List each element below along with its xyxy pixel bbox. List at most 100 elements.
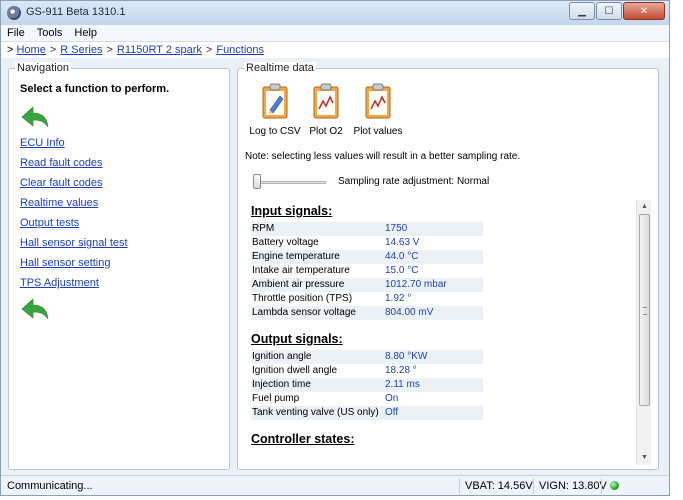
minimize-button[interactable]: ▁ [569, 2, 595, 20]
table-row: Intake air temperature 15.0 °C [251, 264, 483, 278]
table-row: Engine temperature 44.0 °C [251, 250, 483, 264]
clipboard-chart-icon [365, 83, 391, 119]
nav-link-tps-adjustment[interactable]: TPS Adjustment [20, 276, 128, 296]
signal-label: Injection time [251, 378, 384, 392]
breadcrumb-prefix: > [7, 44, 14, 56]
app-window: GS-911 Beta 1310.1 ▁ ☐ ✕ File Tools Help… [0, 0, 670, 496]
signal-label: Fuel pump [251, 392, 384, 406]
table-row: Battery voltage 14.63 V [251, 236, 483, 250]
sampling-rate-slider-thumb[interactable] [253, 174, 261, 189]
signal-label: Intake air temperature [251, 264, 384, 278]
breadcrumb-separator: > [205, 44, 213, 56]
signal-value: 1.92 ° [384, 292, 483, 306]
table-row: RPM 1750 [251, 222, 483, 236]
scrollbar-thumb[interactable] [639, 214, 650, 406]
signal-label: Tank venting valve (US only) [251, 406, 384, 420]
status-message: Communicating... [7, 480, 93, 492]
controller-states-title: Controller states: [251, 432, 355, 446]
clipboard-pencil-icon [262, 83, 288, 119]
nav-link-read-fault-codes[interactable]: Read fault codes [20, 156, 128, 176]
signal-label: Ignition angle [251, 350, 384, 364]
signal-label: Throttle position (TPS) [251, 292, 384, 306]
signal-value: 8.80 °KW [384, 350, 483, 364]
breadcrumb-r-series[interactable]: R Series [60, 44, 102, 56]
scrollbar-grip-icon [643, 307, 647, 315]
signal-label: Battery voltage [251, 236, 384, 250]
breadcrumb-model[interactable]: R1150RT 2 spark [117, 44, 202, 56]
minimize-icon: ▁ [578, 5, 586, 17]
app-logo-icon [7, 6, 21, 20]
navigation-heading: Select a function to perform. [20, 83, 170, 95]
signal-label: Ambient air pressure [251, 278, 384, 292]
window-title: GS-911 Beta 1310.1 [26, 6, 126, 18]
menu-file[interactable]: File [7, 27, 25, 39]
nav-link-realtime-values[interactable]: Realtime values [20, 196, 128, 216]
signal-label: RPM [251, 222, 384, 236]
log-to-csv-button[interactable]: Log to CSV [248, 83, 302, 137]
status-bar: Communicating... VBAT: 14.56V VIGN: 13.8… [1, 475, 669, 495]
nav-link-ecu-info[interactable]: ECU Info [20, 136, 128, 156]
signal-value: 1012.70 mbar [384, 278, 483, 292]
signal-value: 2.11 ms [384, 378, 483, 392]
table-row: Fuel pump On [251, 392, 483, 406]
sampling-rate-slider-track[interactable] [254, 181, 326, 184]
status-divider [533, 478, 534, 494]
plot-values-button[interactable]: Plot values [352, 83, 404, 137]
realtime-values-list: Input signals: RPM 1750 Battery voltage 14… [245, 200, 631, 465]
breadcrumb-functions[interactable]: Functions [216, 44, 264, 56]
clipboard-chart-icon [313, 83, 339, 119]
title-bar[interactable]: GS-911 Beta 1310.1 ▁ ☐ ✕ [1, 1, 669, 25]
realtime-data-panel: Realtime data Log to CSV Plot O2 Plot va… [237, 62, 659, 470]
nav-link-output-tests[interactable]: Output tests [20, 216, 128, 236]
menu-help[interactable]: Help [74, 27, 97, 39]
signal-value: 14.63 V [384, 236, 483, 250]
window-controls: ▁ ☐ ✕ [568, 2, 665, 20]
breadcrumb-separator: > [106, 44, 113, 56]
log-to-csv-label: Log to CSV [249, 126, 301, 137]
scroll-down-icon[interactable]: ▼ [637, 451, 652, 465]
menu-bar: File Tools Help [1, 25, 669, 42]
vign-readout: VIGN: 13.80V [539, 480, 607, 492]
table-row: Injection time 2.11 ms [251, 378, 483, 392]
plot-o2-button[interactable]: Plot O2 [304, 83, 348, 137]
vbat-readout: VBAT: 14.56V [465, 480, 533, 492]
plot-o2-label: Plot O2 [309, 126, 343, 137]
status-divider [459, 478, 460, 494]
back-arrow-icon[interactable] [20, 297, 50, 321]
signal-label: Ignition dwell angle [251, 364, 384, 378]
sampling-rate-label: Sampling rate adjustment: Normal [338, 176, 490, 187]
scroll-up-icon[interactable]: ▲ [637, 200, 652, 214]
signal-value: 44.0 °C [384, 250, 483, 264]
maximize-icon: ☐ [604, 5, 614, 17]
table-row: Ignition angle 8.80 °KW [251, 350, 483, 364]
back-arrow-icon[interactable] [20, 105, 50, 129]
status-divider [601, 478, 602, 494]
nav-link-hall-sensor-signal-test[interactable]: Hall sensor signal test [20, 236, 128, 256]
signal-value: 804.00 mV [384, 306, 483, 320]
signal-value: Off [384, 406, 483, 420]
breadcrumb: > Home > R Series > R1150RT 2 spark > Fu… [1, 42, 669, 58]
sampling-rate-slider-row: Sampling rate adjustment: Normal [250, 173, 550, 191]
breadcrumb-separator: > [49, 44, 57, 56]
signal-label: Lambda sensor voltage [251, 306, 384, 320]
output-signals-title: Output signals: [251, 332, 343, 346]
values-scrollbar[interactable]: ▲ ▼ [636, 200, 651, 465]
menu-tools[interactable]: Tools [37, 27, 63, 39]
breadcrumb-home[interactable]: Home [17, 44, 46, 56]
nav-link-hall-sensor-setting[interactable]: Hall sensor setting [20, 256, 128, 276]
navigation-panel: Navigation Select a function to perform.… [8, 62, 230, 470]
navigation-links: ECU Info Read fault codes Clear fault co… [20, 136, 128, 296]
signal-value: 1750 [384, 222, 483, 236]
close-button[interactable]: ✕ [623, 2, 665, 20]
connection-led-icon [610, 481, 619, 490]
signal-label: Engine temperature [251, 250, 384, 264]
nav-link-clear-fault-codes[interactable]: Clear fault codes [20, 176, 128, 196]
table-row: Ambient air pressure 1012.70 mbar [251, 278, 483, 292]
table-row: Lambda sensor voltage 804.00 mV [251, 306, 483, 320]
maximize-button[interactable]: ☐ [596, 2, 622, 20]
signal-value: 18.28 ° [384, 364, 483, 378]
navigation-panel-title: Navigation [15, 62, 71, 74]
plot-values-label: Plot values [353, 126, 403, 137]
table-row: Ignition dwell angle 18.28 ° [251, 364, 483, 378]
